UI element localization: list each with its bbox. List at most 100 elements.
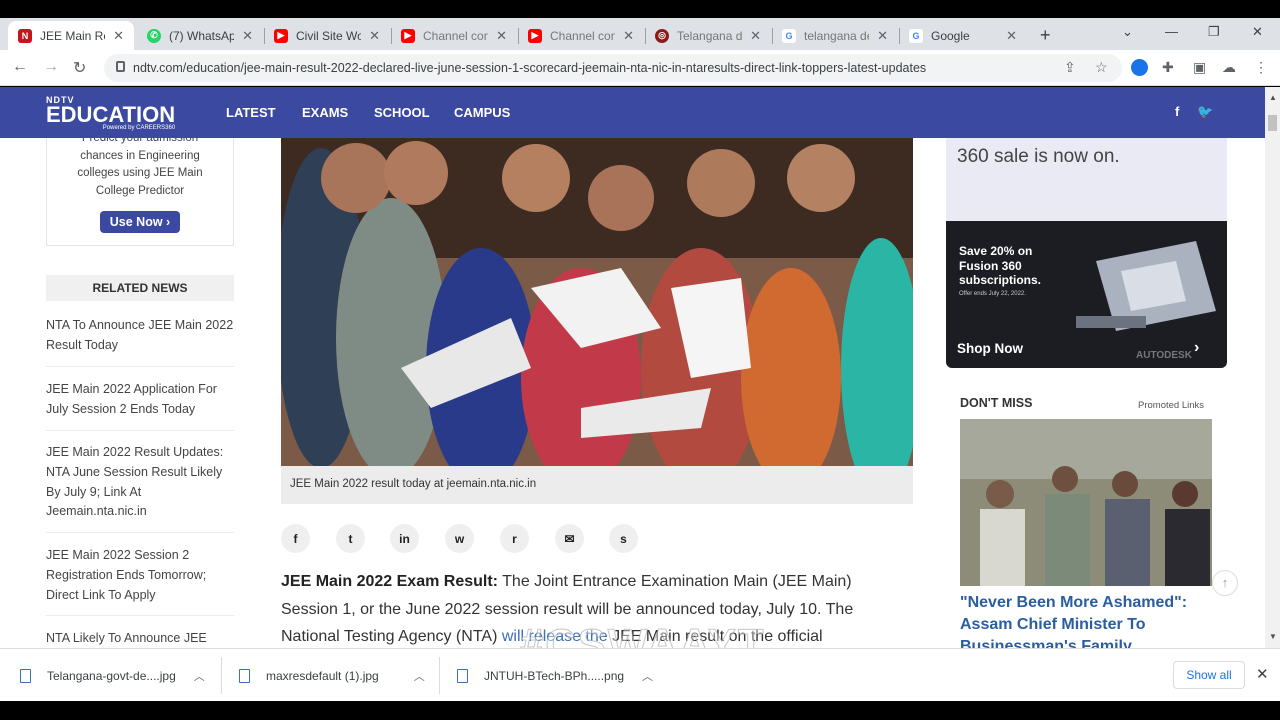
- share-icon[interactable]: ⇪: [1064, 59, 1076, 76]
- nav-latest[interactable]: LATEST: [226, 105, 276, 120]
- tab-7[interactable]: G Google ✕: [899, 21, 1027, 50]
- shop-now-link[interactable]: Shop Now: [957, 341, 1023, 356]
- snapchat-share-icon[interactable]: s: [609, 524, 638, 553]
- tab-title: telangana de: [804, 28, 870, 43]
- puzzle-icon[interactable]: ✚: [1162, 59, 1174, 76]
- file-icon: [20, 668, 31, 683]
- profile-icon[interactable]: ☁: [1222, 59, 1236, 76]
- close-icon[interactable]: ✕: [1256, 665, 1269, 683]
- related-news-item[interactable]: NTA To Announce JEE Main 2022 Result Tod…: [46, 316, 234, 367]
- close-icon[interactable]: ✕: [1006, 28, 1017, 44]
- ndtv-icon: N: [18, 28, 32, 43]
- download-filename: JNTUH-BTech-BPh.....png: [484, 668, 625, 683]
- tab-strip: N JEE Main Res ✕ ✆ (7) WhatsApp ✕ ▶ Civi…: [0, 18, 1280, 50]
- tab-6[interactable]: G telangana de ✕: [772, 21, 898, 50]
- minimize-icon[interactable]: —: [1165, 24, 1178, 39]
- download-item[interactable]: JNTUH-BTech-BPh.....png ︿: [457, 649, 653, 702]
- tab-title: Civil Site Wor: [296, 28, 362, 43]
- restore-icon[interactable]: ❐: [1208, 24, 1220, 40]
- download-item[interactable]: maxresdefault (1).jpg ︿: [239, 649, 425, 702]
- tab-3[interactable]: ▶ Channel cont ✕: [391, 21, 517, 50]
- youtube-icon: ▶: [528, 28, 542, 43]
- reddit-share-icon[interactable]: r: [500, 524, 529, 553]
- url-text[interactable]: ndtv.com/education/jee-main-result-2022-…: [133, 61, 926, 75]
- file-icon: [239, 668, 250, 683]
- promoted-links-label[interactable]: Promoted Links: [1138, 400, 1204, 411]
- tab-2[interactable]: ▶ Civil Site Wor ✕: [264, 21, 390, 50]
- download-divider: [221, 657, 222, 694]
- related-news-item[interactable]: JEE Main 2022 Session 2 Registration End…: [46, 546, 234, 617]
- close-window-icon[interactable]: ✕: [1252, 24, 1263, 40]
- chevron-up-icon[interactable]: ︿: [414, 668, 425, 684]
- show-all-button[interactable]: Show all: [1173, 661, 1245, 689]
- tab-title: Google: [931, 28, 970, 43]
- chevron-up-icon[interactable]: ︿: [642, 668, 653, 684]
- ad-fine-print: Offer ends July 22, 2022.: [959, 291, 1026, 297]
- menu-icon[interactable]: ⋮: [1254, 59, 1268, 76]
- related-news-item[interactable]: NTA Likely To Announce JEE: [46, 629, 234, 648]
- related-news-heading: RELATED NEWS: [46, 275, 234, 301]
- browser-toolbar: ← → ↻ ndtv.com/education/jee-main-result…: [0, 50, 1280, 86]
- close-icon[interactable]: ✕: [877, 28, 888, 44]
- ad-top-text: 360 sale is now on.: [946, 138, 1227, 221]
- scroll-up-icon[interactable]: ▲: [1269, 93, 1277, 102]
- nav-campus[interactable]: CAMPUS: [454, 105, 510, 120]
- page-scrollbar[interactable]: ▲ ▼: [1265, 87, 1280, 648]
- download-filename: Telangana-govt-de....jpg: [47, 668, 176, 683]
- scroll-down-icon[interactable]: ▼: [1269, 632, 1277, 641]
- chevron-right-icon[interactable]: ›: [1194, 339, 1199, 357]
- ad-banner: Save 20% on Fusion 360 subscriptions. Of…: [946, 221, 1227, 368]
- tab-title: JEE Main Res: [40, 28, 105, 43]
- nav-exams[interactable]: EXAMS: [302, 105, 348, 120]
- use-now-button[interactable]: Use Now ›: [99, 211, 181, 233]
- close-icon[interactable]: ✕: [623, 28, 634, 44]
- linkedin-share-icon[interactable]: in: [390, 524, 419, 553]
- tab-search-icon[interactable]: ⌄: [1122, 24, 1133, 40]
- close-icon[interactable]: ✕: [750, 28, 761, 44]
- sidepanel-icon[interactable]: ▣: [1193, 59, 1206, 76]
- extension-icon[interactable]: [1131, 59, 1148, 76]
- back-icon[interactable]: ←: [12, 58, 28, 76]
- site-logo[interactable]: NDTV EDUCATION Powered by CAREERS360: [46, 95, 175, 131]
- download-item[interactable]: Telangana-govt-de....jpg ︿: [20, 649, 205, 702]
- download-filename: maxresdefault (1).jpg: [266, 668, 379, 683]
- telangana-icon: ◎: [655, 28, 669, 43]
- lead-heading: JEE Main 2022 Exam Result:: [281, 573, 498, 590]
- twitter-share-icon[interactable]: t: [336, 524, 365, 553]
- tab-5[interactable]: ◎ Telangana de ✕: [645, 21, 771, 50]
- related-news-item[interactable]: JEE Main 2022 Result Updates: NTA June S…: [46, 443, 234, 534]
- scrollbar-thumb[interactable]: [1268, 115, 1277, 131]
- tab-1[interactable]: ✆ (7) WhatsApp ✕: [137, 21, 263, 50]
- youtube-icon: ▶: [274, 28, 288, 43]
- close-icon[interactable]: ✕: [496, 28, 507, 44]
- students-photo-illustration: [281, 138, 913, 466]
- forward-icon[interactable]: →: [43, 58, 59, 76]
- address-bar[interactable]: ndtv.com/education/jee-main-result-2022-…: [104, 54, 1122, 82]
- scroll-to-top-icon[interactable]: ↑: [1212, 570, 1238, 596]
- tab-title: Telangana de: [677, 28, 743, 43]
- close-icon[interactable]: ✕: [369, 28, 380, 44]
- reload-icon[interactable]: ↻: [73, 58, 86, 78]
- close-icon[interactable]: ✕: [242, 28, 253, 44]
- facebook-share-icon[interactable]: f: [281, 524, 310, 553]
- tab-title: (7) WhatsApp: [169, 28, 235, 43]
- facebook-icon[interactable]: f: [1175, 104, 1179, 119]
- predictor-text: Predict your admission chances in Engine…: [77, 138, 203, 197]
- tab-4[interactable]: ▶ Channel cont ✕: [518, 21, 644, 50]
- twitter-icon[interactable]: 🐦: [1197, 104, 1213, 120]
- tab-0[interactable]: N JEE Main Res ✕: [8, 21, 134, 50]
- close-icon[interactable]: ✕: [113, 28, 124, 44]
- autodesk-ad[interactable]: 360 sale is now on. Save 20% on Fusion 3…: [946, 138, 1227, 368]
- youtube-icon: ▶: [401, 28, 415, 43]
- lock-icon: [116, 61, 125, 72]
- nav-school[interactable]: SCHOOL: [374, 105, 430, 120]
- chevron-up-icon[interactable]: ︿: [194, 668, 205, 684]
- dont-miss-headline[interactable]: "Never Been More Ashamed": Assam Chief M…: [960, 592, 1210, 648]
- bookmark-star-icon[interactable]: ☆: [1095, 59, 1108, 76]
- email-share-icon[interactable]: ✉: [555, 524, 584, 553]
- new-tab-icon[interactable]: +: [1040, 25, 1051, 46]
- dont-miss-photo[interactable]: [960, 419, 1212, 586]
- related-news-item[interactable]: JEE Main 2022 Application For July Sessi…: [46, 380, 234, 431]
- file-icon: [457, 668, 468, 683]
- whatsapp-share-icon[interactable]: w: [445, 524, 474, 553]
